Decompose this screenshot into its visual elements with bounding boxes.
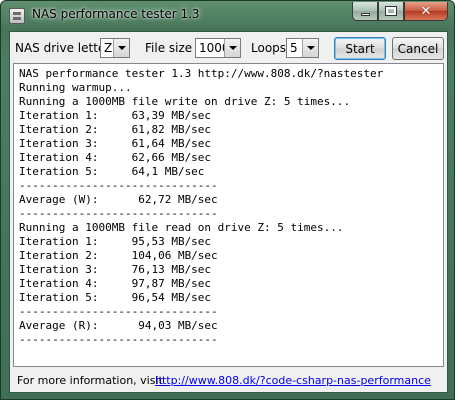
log-line: ------------------------------ <box>19 333 218 346</box>
title-bar[interactable]: NAS performance tester 1.3 ✕ <box>1 1 454 31</box>
log-line: Iteration 5: 64,1 MB/sec <box>19 165 205 178</box>
log-line: Running a 1000MB file write on drive Z: … <box>19 95 351 108</box>
chevron-down-icon[interactable] <box>224 39 240 57</box>
drive-letter-label: NAS drive letter <box>15 41 111 55</box>
drive-letter-value: Z <box>104 41 113 55</box>
minimize-button[interactable] <box>352 2 378 21</box>
log-line: Average (W): 62,72 MB/sec <box>19 193 218 206</box>
log-line: Iteration 3: 76,13 MB/sec <box>19 263 212 276</box>
log-line: Running warmup... <box>19 81 132 94</box>
output-log[interactable]: NAS performance tester 1.3 http://www.80… <box>13 63 444 367</box>
loops-value: 5 <box>290 41 298 55</box>
log-line: Iteration 3: 61,64 MB/sec <box>19 137 212 150</box>
chevron-down-icon[interactable] <box>302 39 318 57</box>
log-line: NAS performance tester 1.3 http://www.80… <box>19 67 384 80</box>
drive-letter-select[interactable]: Z <box>100 38 130 58</box>
caption-buttons: ✕ <box>352 2 448 21</box>
log-line: Average (R): 94,03 MB/sec <box>19 319 218 332</box>
log-line: Iteration 1: 63,39 MB/sec <box>19 109 212 122</box>
log-line: Iteration 2: 61,82 MB/sec <box>19 123 212 136</box>
close-icon: ✕ <box>420 3 432 19</box>
log-line: Iteration 2: 104,06 MB/sec <box>19 249 218 262</box>
chevron-down-icon[interactable] <box>113 39 129 57</box>
log-line: ------------------------------ <box>19 305 218 318</box>
info-link[interactable]: http://www.808.dk/?code-csharp-nas-perfo… <box>155 374 431 387</box>
footer-text: For more information, visit <box>17 374 163 387</box>
close-button[interactable]: ✕ <box>404 2 448 21</box>
log-line: ------------------------------ <box>19 179 218 192</box>
file-size-select[interactable]: 1000 <box>195 38 241 58</box>
loops-select[interactable]: 5 <box>286 38 319 58</box>
log-line: Iteration 4: 97,87 MB/sec <box>19 277 212 290</box>
cancel-button[interactable]: Cancel <box>392 37 444 60</box>
maximize-icon <box>385 6 397 16</box>
maximize-button[interactable] <box>378 2 404 21</box>
file-size-label: File size <box>145 41 193 55</box>
app-icon <box>9 8 25 24</box>
log-line: Running a 1000MB file read on drive Z: 5… <box>19 221 344 234</box>
minimize-icon <box>360 12 370 16</box>
log-line: Iteration 1: 95,53 MB/sec <box>19 235 212 248</box>
window-title: NAS performance tester 1.3 <box>32 7 200 21</box>
log-line: Iteration 5: 96,54 MB/sec <box>19 291 212 304</box>
log-line: Iteration 4: 62,66 MB/sec <box>19 151 212 164</box>
start-button[interactable]: Start <box>334 37 386 60</box>
log-line: ------------------------------ <box>19 207 218 220</box>
client-area: NAS drive letter Z File size 1000 Loops … <box>9 31 448 393</box>
loops-label: Loops <box>251 41 287 55</box>
app-window: NAS performance tester 1.3 ✕ NAS drive l… <box>0 0 455 400</box>
